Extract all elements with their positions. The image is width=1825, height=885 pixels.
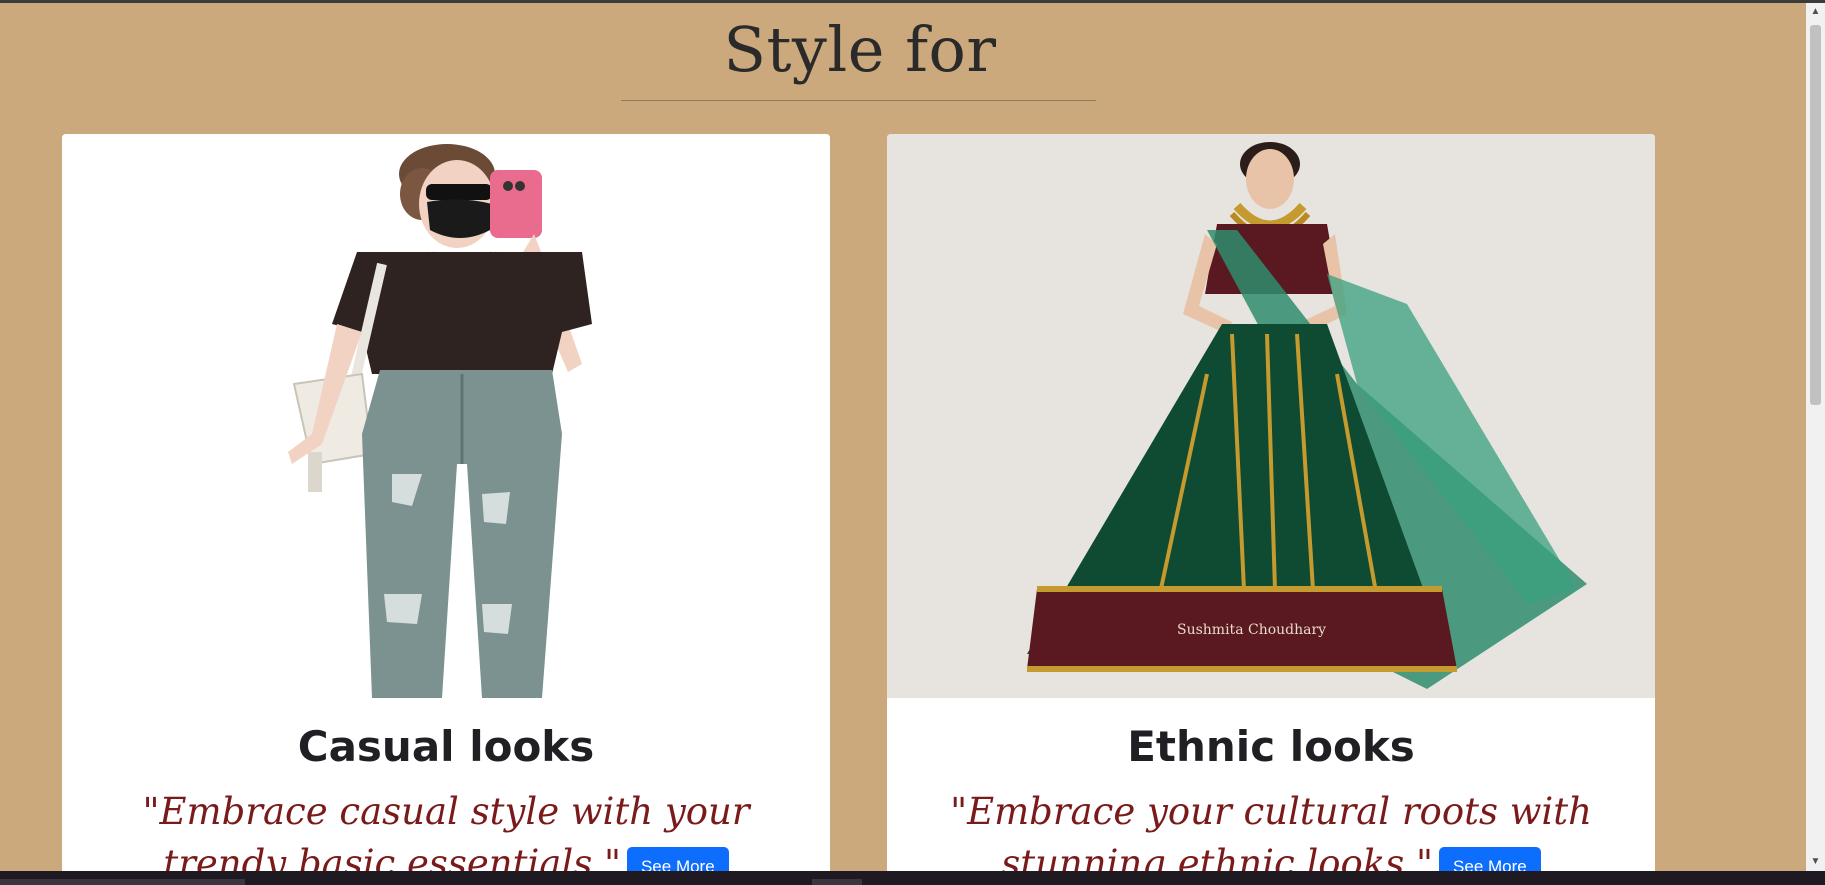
see-more-button[interactable]: See More	[626, 846, 729, 871]
taskbar-app-item[interactable]	[0, 879, 245, 885]
card-ethnic-looks: Sushmita Choudhary Ethnic looks "Embrace…	[887, 134, 1655, 871]
card-quote: "Embrace casual style with your trendy b…	[102, 786, 790, 871]
see-more-button[interactable]: See More	[1439, 846, 1541, 871]
scrollbar-thumb[interactable]	[1810, 25, 1821, 405]
taskbar-app-item[interactable]	[812, 879, 862, 885]
card-image-casual	[62, 134, 830, 698]
card-title: Casual looks	[297, 722, 595, 771]
card-title: Ethnic looks	[1127, 722, 1415, 771]
taskbar	[0, 871, 1825, 885]
section-heading: Style for	[723, 13, 997, 86]
vertical-scrollbar[interactable]: ▲ ▼	[1806, 3, 1825, 871]
artist-signature: Sushmita Choudhary	[1177, 622, 1326, 638]
scroll-up-arrow-icon[interactable]: ▲	[1806, 3, 1825, 21]
ethnic-lehenga-illustration-icon: Sushmita Choudhary	[1027, 142, 1587, 689]
card-casual-looks: Casual looks "Embrace casual style with …	[62, 134, 830, 871]
scroll-down-arrow-icon[interactable]: ▼	[1806, 853, 1825, 871]
page-content: Style for Casual looks "Embrace casual s…	[0, 3, 1806, 871]
card-quote: "Embrace your cultural roots with stunni…	[927, 786, 1615, 871]
heading-divider	[621, 100, 1096, 101]
card-image-ethnic: Sushmita Choudhary	[887, 134, 1655, 698]
casual-outfit-illustration-icon	[288, 144, 592, 698]
